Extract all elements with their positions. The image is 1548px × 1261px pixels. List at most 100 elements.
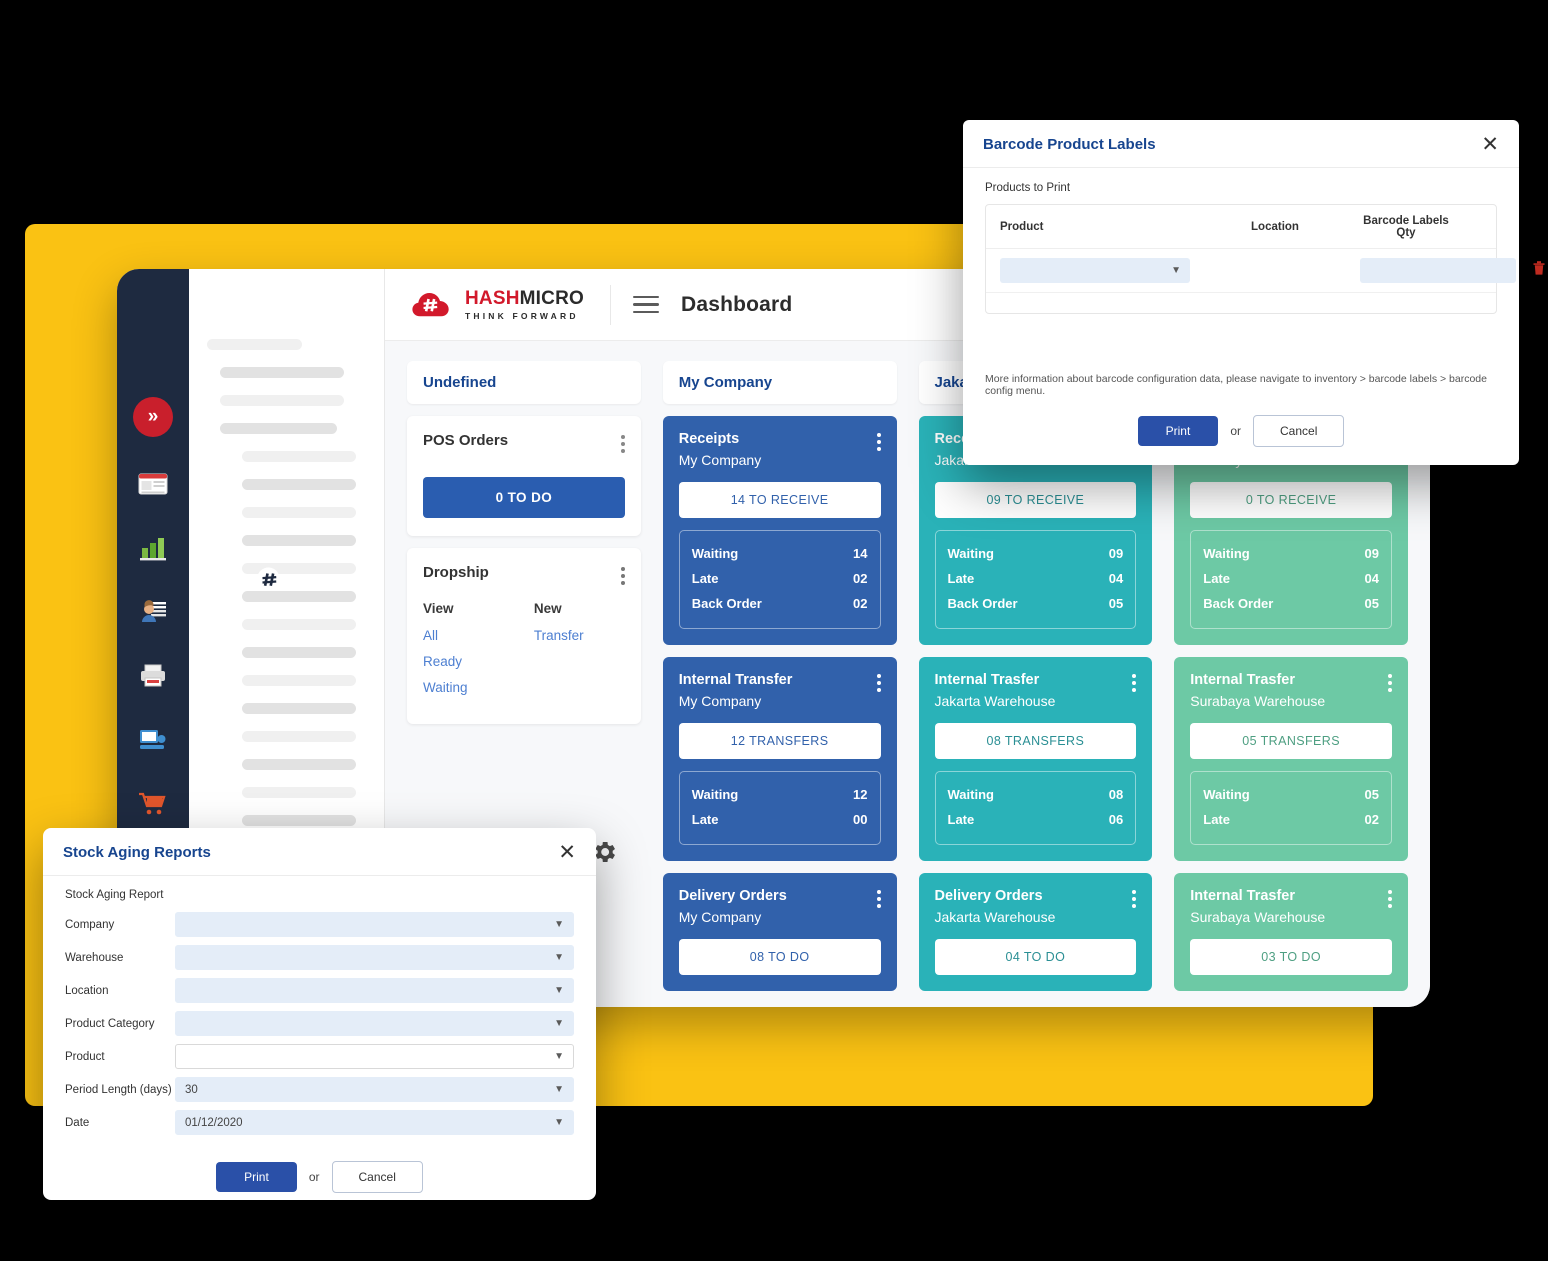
barcode-dialog-body: Products to Print Product Location Barco… (963, 168, 1545, 359)
stock-dialog-footer: Print or Cancel (43, 1143, 596, 1211)
dropship-new-link[interactable]: Transfer (534, 628, 625, 643)
field-select[interactable]: ▼ (175, 945, 574, 970)
barcode-dialog-title: Barcode Product Labels (983, 136, 1156, 153)
close-icon[interactable]: ✕ (1481, 134, 1499, 155)
cancel-button[interactable]: Cancel (331, 1161, 423, 1193)
field-select[interactable]: ▼ (175, 978, 574, 1003)
card-action-button[interactable]: 03 TO DO (1190, 939, 1392, 976)
stat-row: Back Order 05 (948, 591, 1124, 616)
skeleton-line (241, 815, 357, 826)
card-action-button[interactable]: 0 TO RECEIVE (1190, 482, 1392, 519)
stat-value: 05 (1364, 596, 1379, 612)
cancel-button[interactable]: Cancel (1253, 415, 1345, 447)
contacts-icon[interactable] (133, 595, 173, 629)
dashboard-card: Delivery Orders Jakarta Warehouse 04 TO DO (918, 873, 1153, 992)
form-row: Product Category ▼ (65, 1011, 574, 1036)
shopping-cart-icon[interactable] (133, 787, 173, 821)
stock-dialog-title: Stock Aging Reports (63, 844, 211, 861)
delete-row-button[interactable] (1516, 260, 1546, 281)
card-menu-icon[interactable] (620, 564, 625, 585)
skeleton-line (241, 451, 357, 462)
stat-label: Waiting (1203, 787, 1250, 803)
table-header-row: Product Location Barcode Labels Qty (986, 205, 1496, 249)
card-action-button[interactable]: 09 TO RECEIVE (934, 482, 1137, 519)
card-menu-icon[interactable] (876, 671, 881, 693)
stat-label: Late (1203, 812, 1230, 828)
card-menu-icon[interactable] (1132, 671, 1137, 693)
skeleton-line (241, 619, 357, 630)
product-select-cell: ▼ (1000, 258, 1190, 283)
form-row: Company ▼ (65, 912, 574, 937)
field-select[interactable]: 30 ▼ (175, 1077, 574, 1102)
table-row: ▼ (986, 249, 1545, 293)
card-stats: Waiting 12 Late 00 (678, 771, 881, 846)
card-action-button[interactable]: 12 TRANSFERS (678, 723, 881, 760)
dropship-card: Dropship View All Ready Waiting New Transfer (407, 548, 641, 724)
card-title: Receipts (678, 431, 740, 447)
chevron-down-icon: ▼ (554, 985, 564, 996)
product-select[interactable]: ▼ (1000, 258, 1190, 283)
field-select[interactable]: ▼ (175, 1044, 574, 1069)
card-menu-icon[interactable] (876, 430, 881, 451)
stat-row: Late 02 (1203, 807, 1379, 832)
card-title: Internal Transfer (678, 672, 793, 689)
barcode-product-labels-dialog: Barcode Product Labels ✕ Products to Pri… (963, 120, 1545, 465)
chevron-down-icon: ▼ (554, 952, 564, 963)
field-select[interactable]: ▼ (175, 912, 574, 937)
skeleton-line (241, 759, 357, 770)
print-button[interactable]: Print (1137, 416, 1219, 446)
field-select[interactable]: ▼ (175, 1011, 574, 1036)
card-menu-icon[interactable] (1388, 887, 1392, 909)
stat-label: Late (947, 571, 975, 587)
stat-value: 04 (1108, 571, 1124, 587)
news-icon[interactable] (133, 467, 173, 501)
stat-label: Late (691, 812, 719, 828)
dashboard-card: POS Orders 0 TO DO (407, 416, 641, 536)
form-row: Period Length (days) 30 ▼ (65, 1077, 574, 1102)
field-select[interactable]: 01/12/2020 ▼ (175, 1110, 574, 1135)
bar-chart-icon[interactable] (133, 531, 173, 565)
stat-label: Waiting (947, 546, 994, 562)
print-button[interactable]: Print (216, 1162, 297, 1192)
stat-row: Late 04 (948, 566, 1124, 591)
card-menu-icon[interactable] (620, 432, 625, 453)
close-icon[interactable]: ✕ (558, 842, 576, 863)
card-action-button[interactable]: 08 TRANSFERS (934, 723, 1137, 760)
stat-label: Waiting (947, 787, 994, 803)
card-subtitle: Jakarta Warehouse (934, 908, 1056, 925)
printer-icon[interactable] (133, 659, 173, 693)
stat-value: 14 (853, 546, 868, 562)
barcode-qty-input[interactable] (1360, 258, 1516, 283)
page-title: Dashboard (680, 292, 793, 316)
dropship-view-link[interactable]: All (423, 628, 514, 643)
skeleton-line (241, 731, 357, 742)
card-stats: Waiting 14 Late 02 Back Order 02 (678, 530, 881, 630)
card-action-button[interactable]: 05 TRANSFERS (1190, 723, 1392, 760)
card-menu-icon[interactable] (1132, 887, 1137, 909)
desktop-icon[interactable] (133, 723, 173, 757)
stat-row: Waiting 09 (1203, 541, 1379, 566)
card-action-button[interactable]: 14 TO RECEIVE (678, 482, 881, 519)
field-label: Company (65, 918, 115, 931)
card-action-button[interactable]: 04 TO DO (934, 939, 1137, 976)
dropship-view-link[interactable]: Waiting (423, 680, 514, 695)
stat-row: Back Order 05 (1203, 591, 1379, 616)
stat-row: Waiting 09 (948, 541, 1124, 566)
card-action-button[interactable]: 08 TO DO (678, 939, 881, 976)
skeleton-line (241, 535, 357, 546)
card-action-button[interactable]: 0 TO DO (423, 477, 625, 518)
skeleton-line (241, 703, 357, 714)
hamburger-menu-icon[interactable] (632, 295, 659, 314)
card-subtitle: Surabaya Warehouse (1190, 692, 1326, 709)
stat-value: 02 (1364, 812, 1379, 828)
card-menu-icon[interactable] (876, 887, 881, 909)
skeleton-line (219, 395, 344, 406)
dropship-view-link[interactable]: Ready (423, 654, 514, 669)
stat-label: Waiting (691, 546, 739, 562)
double-chevron-right-icon: » (147, 406, 159, 427)
card-menu-icon[interactable] (1388, 671, 1392, 693)
dropship-new-header: New (533, 601, 562, 616)
sidebar-expand-toggle[interactable]: » (133, 397, 173, 437)
card-subtitle: My Company (678, 692, 762, 709)
card-subtitle: Surabaya Warehouse (1190, 908, 1326, 925)
